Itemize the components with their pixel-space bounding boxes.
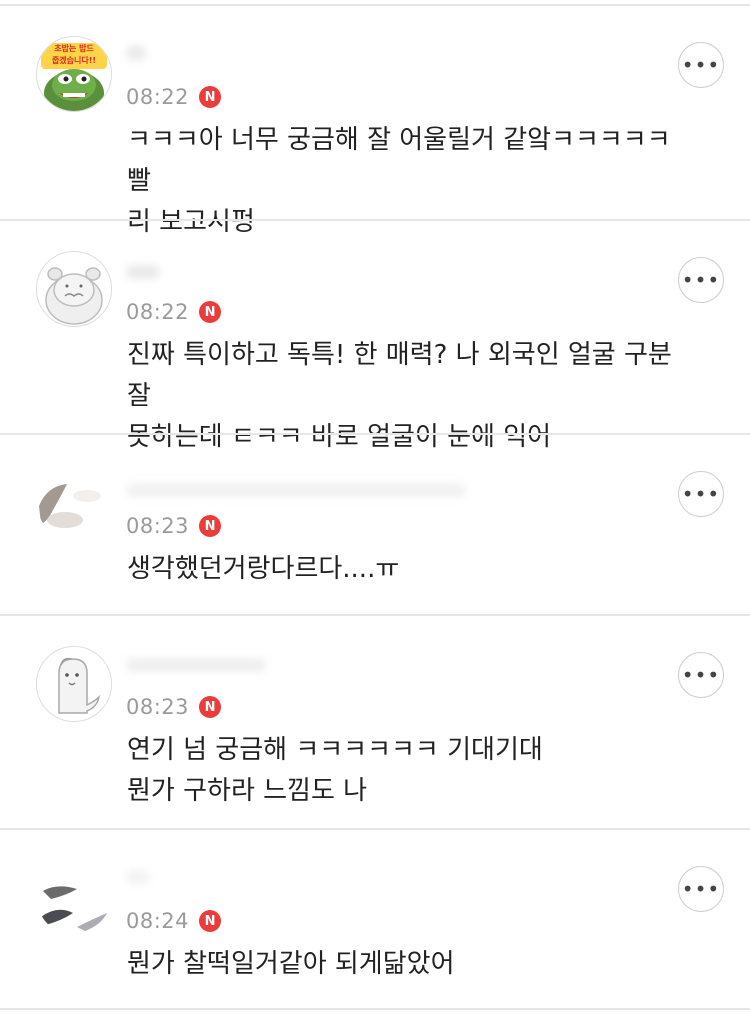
more-options-button[interactable]: ••• [678, 42, 724, 88]
more-options-button[interactable]: ••• [678, 257, 724, 303]
nickname-redacted [126, 477, 466, 497]
more-options-button[interactable]: ••• [678, 471, 724, 517]
comment-meta: 08:23 N [126, 509, 222, 543]
comment-meta: 08:24 N [126, 904, 222, 938]
new-badge-icon: N [199, 86, 222, 108]
more-options-button[interactable]: ••• [678, 866, 724, 912]
avatar[interactable] [36, 646, 112, 722]
comment-text: 연기 넘 궁금해 ㅋㅋㅋㅋㅋㅋ 기대기대 뭔가 구하라 느낌도 나 [127, 735, 543, 806]
comment-meta: 08:22 N [126, 295, 222, 329]
avatar[interactable] [36, 465, 112, 541]
new-badge-icon: N [199, 696, 222, 718]
comment-text: 생각했던거랑다르다....ㅠ [127, 554, 400, 584]
comment-time: 08:23 [126, 514, 190, 538]
comment-list: 초밥는 밥드 줍겠습니다!! 08:22 N ㅋㅋㅋ아 너무 궁금해 잘 어울릴… [0, 4, 750, 1031]
new-badge-icon: N [199, 910, 222, 932]
more-options-button[interactable]: ••• [678, 652, 724, 698]
nickname-redacted [126, 870, 466, 890]
more-dots-icon: ••• [681, 877, 721, 901]
blurred-avatar-image [37, 861, 111, 935]
nickname-redacted [126, 46, 466, 66]
comment-item: 08:24 N 뭔가 찰떡일거같아 되게닮았어 ••• [0, 828, 750, 1010]
more-dots-icon: ••• [681, 663, 721, 687]
avatar[interactable]: 초밥는 밥드 줍겠습니다!! [36, 36, 112, 112]
comment-time: 08:24 [126, 909, 190, 933]
avatar-overlay-text: 초밥는 밥드 줍겠습니다!! [51, 44, 97, 65]
bear-avatar-image [37, 252, 111, 326]
comment-item: 08:22 N 진짜 특이하고 독특! 한 매력? 나 외국인 얼굴 구분 잘 … [0, 219, 750, 452]
comment-meta: 08:23 N [126, 690, 222, 724]
new-badge-icon: N [199, 301, 222, 323]
comment-text: 뭔가 찰떡일거같아 되게닮았어 [127, 949, 455, 979]
comment-time: 08:22 [126, 300, 190, 324]
more-dots-icon: ••• [681, 482, 721, 506]
blurred-avatar-image [37, 466, 111, 540]
avatar[interactable] [36, 251, 112, 327]
comment-meta: 08:22 N [126, 80, 222, 114]
new-badge-icon: N [199, 515, 222, 537]
comment-time: 08:22 [126, 85, 190, 109]
nickname-redacted [126, 261, 466, 281]
comment-item: 초밥는 밥드 줍겠습니다!! 08:22 N ㅋㅋㅋ아 너무 궁금해 잘 어울릴… [0, 4, 750, 237]
avatar[interactable] [36, 860, 112, 936]
nickname-redacted [126, 656, 466, 676]
ghost-avatar-image [37, 647, 111, 721]
comment-time: 08:23 [126, 695, 190, 719]
more-dots-icon: ••• [681, 53, 721, 77]
more-dots-icon: ••• [681, 268, 721, 292]
comment-item: 08:23 N 생각했던거랑다르다....ㅠ ••• [0, 433, 750, 614]
comment-item: 08:23 N 연기 넘 궁금해 ㅋㅋㅋㅋㅋㅋ 기대기대 뭔가 구하라 느낌도 … [0, 614, 750, 828]
